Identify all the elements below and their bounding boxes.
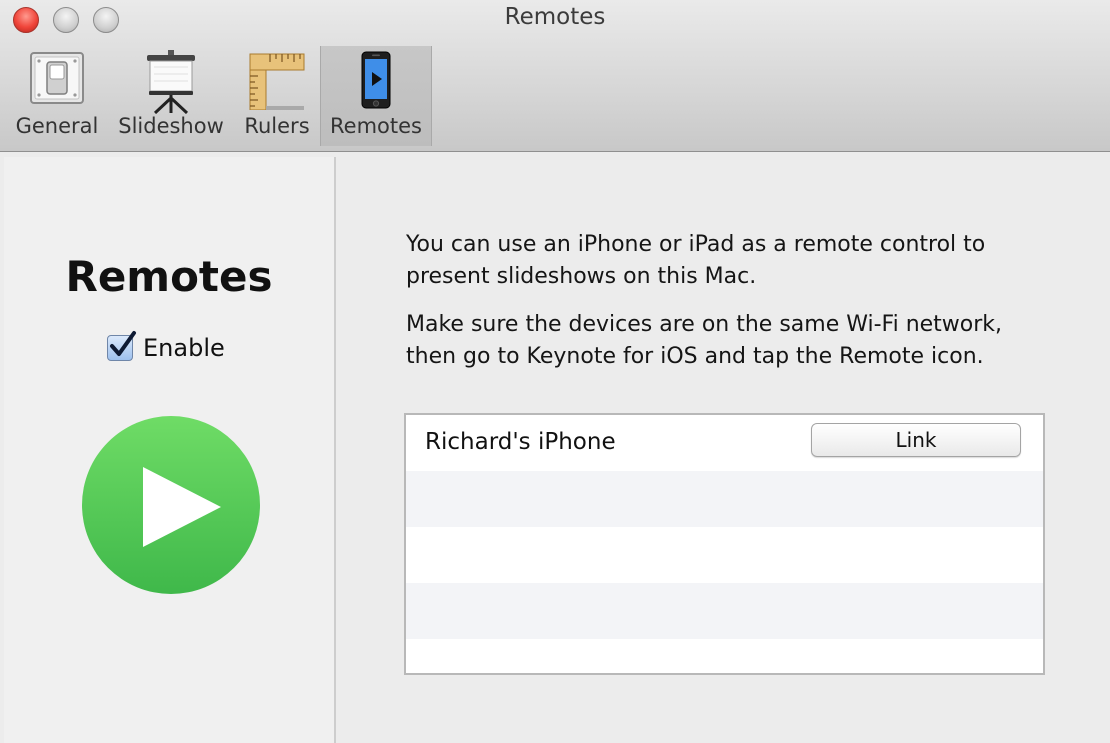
iphone-remote-icon	[359, 50, 393, 114]
window-title: Remotes	[504, 4, 606, 30]
toolbar-item-rulers[interactable]: Rulers	[238, 46, 316, 146]
enable-checkbox[interactable]	[107, 331, 136, 361]
toolbar-item-general[interactable]: General	[10, 46, 104, 146]
device-name: Richard's iPhone	[425, 429, 616, 455]
play-icon	[81, 415, 261, 595]
toolbar-label-rulers: Rulers	[244, 114, 310, 138]
description-text-2: Make sure the devices are on the same Wi…	[406, 312, 1003, 369]
description-text-1: You can use an iPhone or iPad as a remot…	[406, 232, 986, 289]
toolbar-item-remotes[interactable]: Remotes	[320, 46, 432, 146]
switch-icon	[28, 50, 86, 110]
link-button[interactable]: Link	[811, 423, 1021, 457]
toolbar-label-remotes: Remotes	[330, 114, 422, 138]
page-title: Remotes	[65, 252, 273, 301]
enable-checkbox-row[interactable]: Enable	[107, 331, 225, 363]
empty-row	[406, 527, 1043, 583]
empty-row	[406, 471, 1043, 527]
empty-row	[406, 583, 1043, 639]
toolbar-label-general: General	[15, 114, 99, 138]
checkmark-icon	[110, 331, 136, 356]
projector-screen-icon	[141, 50, 201, 118]
ruler-icon	[248, 50, 306, 114]
window-chrome: Remotes General Slideshow Rulers Remotes	[0, 0, 1110, 152]
device-list: Richard's iPhone Link	[404, 413, 1045, 675]
toolbar-item-slideshow[interactable]: Slideshow	[112, 46, 230, 146]
remotes-detail-pane: You can use an iPhone or iPad as a remot…	[336, 157, 1110, 743]
empty-row	[406, 639, 1043, 673]
remotes-summary-pane: Remotes Enable	[4, 157, 336, 743]
enable-label: Enable	[143, 334, 225, 362]
device-row: Richard's iPhone Link	[406, 415, 1043, 471]
toolbar-label-slideshow: Slideshow	[118, 114, 224, 138]
